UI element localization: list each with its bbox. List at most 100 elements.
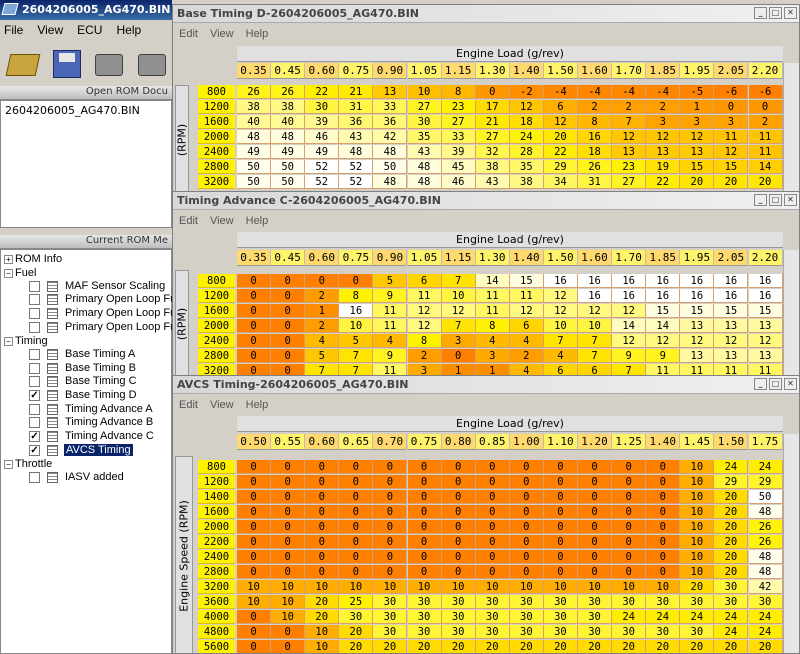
table-cell[interactable]: 12 [407,319,442,333]
table-cell[interactable]: 0 [271,505,306,519]
table-cell[interactable]: 7 [441,274,476,288]
table-cell[interactable]: 2 [305,289,340,303]
table-cell[interactable]: 15 [680,160,715,174]
table-cell[interactable]: 0 [237,505,272,519]
table-cell[interactable]: 0 [714,100,749,114]
table-cell[interactable]: 10 [339,319,374,333]
table-cell[interactable]: 26 [748,520,783,534]
table-cell[interactable]: 14 [612,319,647,333]
tree-checkbox-checked[interactable]: ✓ [29,431,40,442]
table-cell[interactable]: 12 [543,115,578,129]
table-cell[interactable]: 25 [339,595,374,609]
table-cell[interactable]: 20 [612,640,647,653]
maximize-icon[interactable]: □ [769,378,782,390]
tree-item-label[interactable]: Timing Advance A [65,403,153,415]
table-cell[interactable]: 50 [237,160,272,174]
table-cell[interactable]: 10 [680,520,715,534]
table-cell[interactable]: -5 [680,85,715,99]
table-cell[interactable]: 0 [578,460,613,474]
table-cell[interactable]: 16 [714,289,749,303]
table-cell[interactable]: 30 [475,610,510,624]
table-cell[interactable]: 14 [646,319,681,333]
table-cell[interactable]: 0 [373,520,408,534]
table-cell[interactable]: 20 [714,505,749,519]
tree-checkbox[interactable] [29,404,40,415]
table-cell[interactable]: 24 [646,610,681,624]
table-cell[interactable]: 11 [748,130,783,144]
table-cell[interactable]: 1 [680,100,715,114]
table-cell[interactable]: 30 [441,610,476,624]
maximize-icon[interactable]: □ [769,194,782,206]
table-cell[interactable]: 20 [578,640,613,653]
table-cell[interactable]: 27 [612,175,647,189]
table-cell[interactable]: 11 [373,319,408,333]
table-cell[interactable]: 0 [305,505,340,519]
table-cell[interactable]: 0 [612,505,647,519]
table-cell[interactable]: 4 [305,334,340,348]
table-cell[interactable]: 32 [475,145,510,159]
table-cell[interactable]: 13 [714,319,749,333]
tree-item-label[interactable]: Timing Advance C [65,430,154,442]
table-cell[interactable]: 6 [407,274,442,288]
table-cell[interactable]: 20 [339,625,374,639]
table-cell[interactable]: 0 [237,349,272,363]
table-cell[interactable]: 0 [271,274,306,288]
table-cell[interactable]: 11 [748,145,783,159]
table-cell[interactable]: 52 [339,160,374,174]
table-cell[interactable]: 3 [475,349,510,363]
table-cell[interactable]: 30 [646,595,681,609]
table-cell[interactable]: 48 [373,145,408,159]
table-cell[interactable]: 16 [578,289,613,303]
table-cell[interactable]: 2 [305,319,340,333]
table-cell[interactable]: 0 [271,334,306,348]
table-cell[interactable]: 10 [680,490,715,504]
table-cell[interactable]: 10 [407,85,442,99]
table-cell[interactable]: 0 [237,490,272,504]
table-cell[interactable]: 0 [305,520,340,534]
tree-node-rom-info[interactable]: + ROM Info [4,253,62,266]
table-cell[interactable]: 0 [543,520,578,534]
table-cell[interactable]: 16 [646,289,681,303]
table-cell[interactable]: 30 [612,625,647,639]
table-cell[interactable]: 0 [612,475,647,489]
table-cell[interactable]: 0 [646,565,681,579]
table-cell[interactable]: 40 [271,115,306,129]
table-cell[interactable]: 17 [475,100,510,114]
table-cell[interactable]: 0 [441,550,476,564]
table-cell[interactable]: 16 [339,304,374,318]
table-cell[interactable]: -2 [509,85,544,99]
tree-item-label-selected[interactable]: AVCS Timing [64,444,133,456]
table-cell[interactable]: 8 [407,334,442,348]
table-cell[interactable]: 12 [680,130,715,144]
table-cell[interactable]: 0 [339,490,374,504]
table-cell[interactable]: 35 [509,160,544,174]
table-cell[interactable]: 10 [339,580,374,594]
table-cell[interactable]: 35 [407,130,442,144]
table-cell[interactable]: 36 [339,115,374,129]
table-cell[interactable]: 12 [612,304,647,318]
table-cell[interactable]: 10 [680,535,715,549]
table-cell[interactable]: 0 [237,565,272,579]
rom-list-item[interactable]: 2604206005_AG470.BIN [5,104,167,117]
table-cell[interactable]: 50 [748,490,783,504]
table-cell[interactable]: 48 [237,130,272,144]
table-cell[interactable]: 4 [373,334,408,348]
table-cell[interactable]: 0 [373,565,408,579]
table-cell[interactable]: 0 [237,520,272,534]
table-cell[interactable]: 43 [407,145,442,159]
table-cell[interactable]: 42 [373,130,408,144]
table-cell[interactable]: 0 [237,550,272,564]
table-cell[interactable]: 24 [748,460,783,474]
table-cell[interactable]: 24 [612,610,647,624]
save-button[interactable] [47,44,84,82]
close-icon[interactable]: ✕ [784,378,797,390]
table-cell[interactable]: 52 [305,175,340,189]
table-cell[interactable]: 52 [339,175,374,189]
table-cell[interactable]: 2 [578,100,613,114]
table-cell[interactable]: 18 [509,115,544,129]
table-cell[interactable]: 48 [748,505,783,519]
table-cell[interactable]: 0 [271,520,306,534]
table-cell[interactable]: 10 [680,475,715,489]
table-cell[interactable]: 0 [509,490,544,504]
table-cell[interactable]: 0 [441,490,476,504]
